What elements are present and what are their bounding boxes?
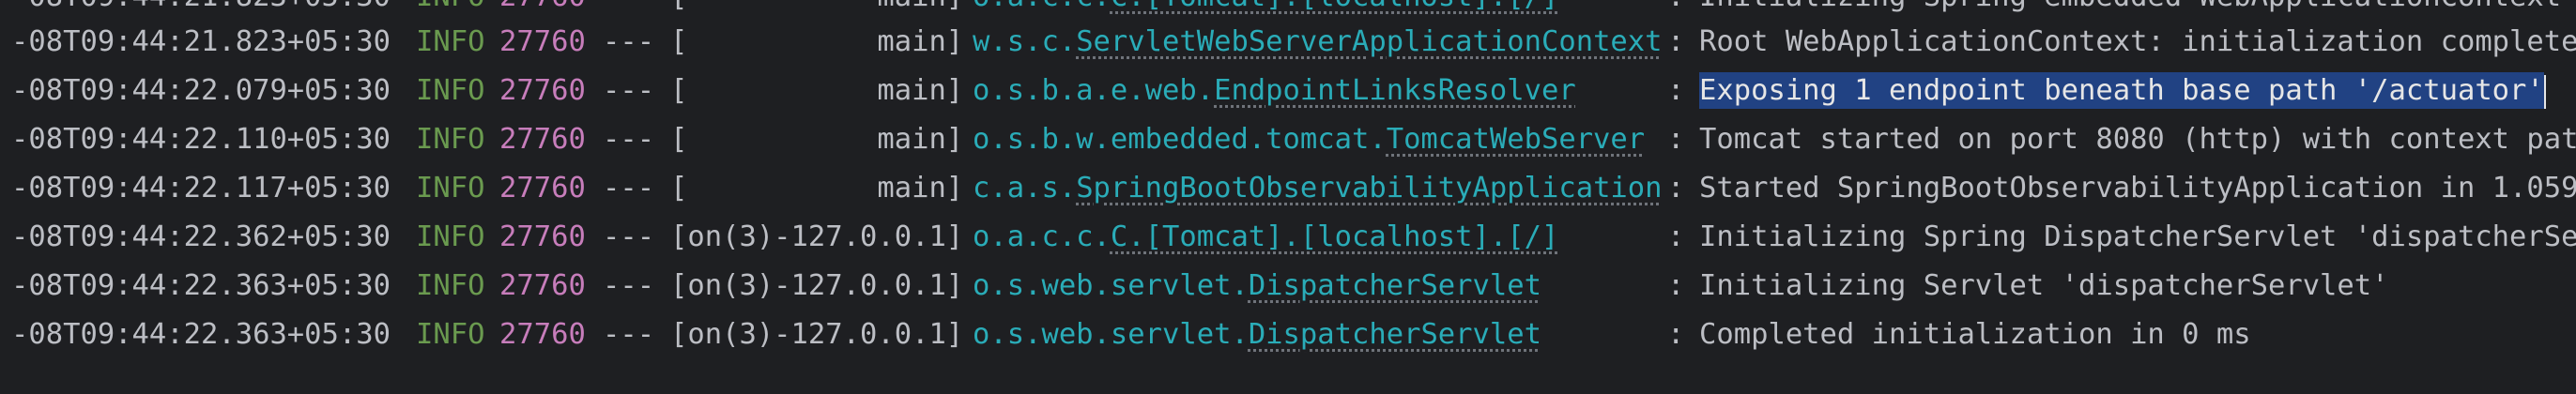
log-pid: 27760 [499, 220, 586, 253]
logger-prefix: o.s.b.a.e.web. [973, 74, 1215, 107]
log-level: INFO [416, 0, 484, 19]
log-logger: o.s.b.a.e.web.EndpointLinksResolver [973, 69, 1576, 113]
log-thread: [ main] [670, 25, 964, 58]
log-thread: [on(3)-127.0.0.1] [670, 318, 964, 351]
log-separator: --- [603, 220, 655, 253]
log-thread: [ main] [670, 0, 963, 19]
log-timestamp: -08T09:44:22.363+05:30 [11, 318, 391, 351]
log-logger: w.s.c.ServletWebServerApplicationContext [973, 21, 1663, 64]
log-line: -08T09:44:22.117+05:30 INFO 27760 --- [ … [0, 167, 2576, 210]
logger-prefix: o.s.b.w.embedded.tomcat. [973, 123, 1387, 156]
log-colon: : [1667, 74, 1685, 107]
log-message: Started SpringBootObservabilityApplicati… [1699, 172, 2576, 205]
logger-prefix: o.s.web.servlet. [973, 318, 1249, 351]
logger-class-link[interactable]: SpringBootObservabilityApplication [1076, 172, 1662, 205]
log-colon: : [1667, 123, 1685, 156]
log-colon: : [1667, 220, 1685, 253]
log-timestamp: -08T09:44:22.079+05:30 [11, 74, 391, 107]
log-timestamp: -08T09:44:22.362+05:30 [11, 220, 391, 253]
log-separator: --- [603, 0, 654, 19]
logger-class-link[interactable]: DispatcherServlet [1249, 318, 1541, 351]
log-pid: 27760 [499, 25, 586, 58]
log-line-partial: -08T09:44:21.823+05:30 INFO 27760 --- [ … [0, 0, 2561, 19]
console-output[interactable]: -08T09:44:21.823+05:30 INFO 27760 --- [ … [0, 0, 2576, 394]
log-line: -08T09:44:22.363+05:30 INFO 27760 --- [o… [0, 265, 2389, 308]
log-colon: : [1667, 25, 1685, 58]
log-thread: [ main] [670, 172, 964, 205]
log-separator: --- [603, 172, 655, 205]
log-line: -08T09:44:22.110+05:30 INFO 27760 --- [ … [0, 118, 2576, 161]
log-logger: o.a.c.c.C.[Tomcat].[localhost].[/] [973, 0, 1558, 19]
log-message: Tomcat started on port 8080 (http) with … [1699, 123, 2576, 156]
log-logger: o.a.c.c.C.[Tomcat].[localhost].[/] [973, 216, 1558, 259]
log-separator: --- [603, 25, 655, 58]
log-logger: o.s.b.w.embedded.tomcat.TomcatWebServer [973, 118, 1645, 161]
log-separator: --- [603, 123, 655, 156]
log-logger: o.s.web.servlet.DispatcherServlet [973, 313, 1541, 356]
log-thread: [on(3)-127.0.0.1] [670, 220, 964, 253]
logger-prefix: o.a.c.c. [973, 0, 1111, 13]
logger-prefix: w.s.c. [973, 25, 1077, 58]
log-line: -08T09:44:22.363+05:30 INFO 27760 --- [o… [0, 313, 2251, 356]
log-separator: --- [603, 269, 655, 302]
log-thread: [on(3)-127.0.0.1] [670, 269, 964, 302]
logger-prefix: c.a.s. [973, 172, 1077, 205]
log-thread: [ main] [670, 123, 964, 156]
log-separator: --- [603, 74, 655, 107]
log-colon: : [1667, 318, 1685, 351]
log-pid: 27760 [499, 269, 586, 302]
logger-prefix: o.s.web.servlet. [973, 269, 1249, 302]
log-line: -08T09:44:21.823+05:30 INFO 27760 --- [ … [0, 21, 2576, 64]
log-pid: 27760 [499, 0, 586, 19]
log-thread: [ main] [670, 74, 964, 107]
log-level: INFO [416, 318, 485, 351]
log-line-selected: -08T09:44:22.079+05:30 INFO 27760 --- [ … [0, 69, 2546, 113]
log-timestamp: -08T09:44:22.117+05:30 [11, 172, 391, 205]
logger-class-link[interactable]: C.[Tomcat].[localhost].[/] [1111, 220, 1558, 253]
log-level: INFO [416, 74, 485, 107]
log-message: Completed initialization in 0 ms [1699, 318, 2251, 351]
log-level: INFO [416, 269, 485, 302]
logger-class-link[interactable]: TomcatWebServer [1387, 123, 1645, 156]
log-level: INFO [416, 220, 485, 253]
log-message: Initializing Spring embedded WebApplicat… [1699, 0, 2561, 19]
log-message: Initializing Servlet 'dispatcherServlet' [1699, 269, 2389, 302]
log-message: Initializing Spring DispatcherServlet 'd… [1699, 220, 2576, 253]
logger-class-link[interactable]: DispatcherServlet [1249, 269, 1541, 302]
selected-text: Exposing 1 endpoint beneath base path '/… [1699, 72, 2544, 109]
log-pid: 27760 [499, 74, 586, 107]
log-pid: 27760 [499, 123, 586, 156]
log-colon: : [1667, 269, 1685, 302]
log-colon: : [1667, 172, 1685, 205]
log-timestamp: -08T09:44:22.110+05:30 [11, 123, 391, 156]
log-timestamp: -08T09:44:21.823+05:30 [11, 25, 391, 58]
log-timestamp: -08T09:44:22.363+05:30 [11, 269, 391, 302]
log-logger: c.a.s.SpringBootObservabilityApplication [973, 167, 1663, 210]
log-timestamp: -08T09:44:21.823+05:30 [11, 0, 391, 19]
logger-prefix: o.a.c.c. [973, 220, 1111, 253]
logger-class-link[interactable]: ServletWebServerApplicationContext [1076, 25, 1662, 58]
log-colon: : [1667, 0, 1684, 19]
logger-class-link[interactable]: EndpointLinksResolver [1214, 74, 1576, 107]
log-message: Root WebApplicationContext: initializati… [1699, 25, 2576, 58]
text-caret [2543, 74, 2546, 109]
log-pid: 27760 [499, 172, 586, 205]
log-separator: --- [603, 318, 655, 351]
log-logger: o.s.web.servlet.DispatcherServlet [973, 265, 1541, 308]
log-level: INFO [416, 172, 485, 205]
log-message-selection[interactable]: Exposing 1 endpoint beneath base path '/… [1699, 69, 2546, 113]
log-pid: 27760 [499, 318, 586, 351]
log-line: -08T09:44:22.362+05:30 INFO 27760 --- [o… [0, 216, 2576, 259]
log-level: INFO [416, 25, 485, 58]
log-level: INFO [416, 123, 485, 156]
logger-class-link[interactable]: C.[Tomcat].[localhost].[/] [1111, 0, 1558, 13]
